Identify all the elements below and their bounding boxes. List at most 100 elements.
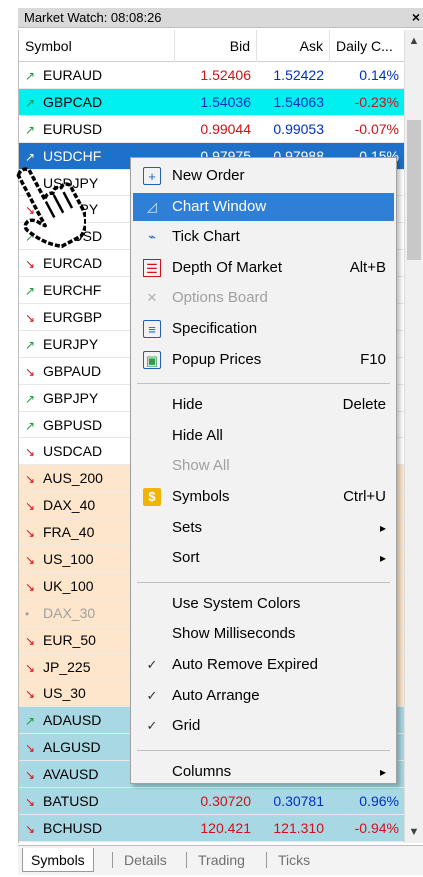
symbol-cell: ↘ GBPAUD bbox=[25, 358, 101, 384]
column-header-daily-change[interactable]: Daily C... bbox=[330, 30, 404, 62]
symbol-cell: ↘ FRA_40 bbox=[25, 519, 94, 545]
symbol-cell: ↘ ALGUSD bbox=[25, 734, 101, 760]
menu-item-auto-arrange[interactable]: ✓ Auto Arrange bbox=[133, 682, 394, 710]
menu-item-sort[interactable]: Sort ▸ bbox=[133, 544, 394, 572]
specification-icon: ≡ bbox=[143, 320, 161, 338]
symbol-name: DAX_40 bbox=[43, 497, 96, 514]
symbol-cell: ↘ US_100 bbox=[25, 546, 94, 572]
submenu-arrow-icon: ▸ bbox=[379, 520, 386, 535]
tab-trading[interactable]: Trading bbox=[190, 848, 253, 872]
menu-item-use-system-colors[interactable]: Use System Colors bbox=[133, 590, 394, 618]
arrow-down-icon: ↘ bbox=[25, 445, 36, 460]
daily-change-cell: -0.94% bbox=[354, 819, 399, 836]
menu-item-label: Hide bbox=[172, 396, 203, 414]
close-icon[interactable]: × bbox=[409, 9, 423, 25]
symbol-name: US_30 bbox=[43, 685, 86, 702]
dollar-icon: $ bbox=[143, 488, 161, 506]
table-row[interactable]: ↗ GBPCAD 1.54036 1.54063 -0.23% bbox=[19, 88, 404, 116]
table-row[interactable]: ↗ EURAUD 1.52406 1.52422 0.14% bbox=[19, 62, 404, 89]
symbol-name: BATUSD bbox=[43, 793, 99, 810]
arrow-up-icon: ↗ bbox=[25, 714, 36, 729]
arrow-down-icon: ↘ bbox=[25, 821, 36, 836]
menu-item-columns[interactable]: Columns ▸ bbox=[133, 758, 394, 786]
ask-cell: 0.30781 bbox=[273, 793, 324, 810]
popup-prices-icon: ▣ bbox=[143, 350, 161, 369]
menu-item-hide[interactable]: Hide Delete bbox=[133, 391, 394, 419]
symbol-cell: ↗ ADAUSD bbox=[25, 707, 101, 733]
depth-of-market-icon: ☰ bbox=[143, 258, 161, 277]
menu-item-label: Auto Remove Expired bbox=[172, 656, 318, 673]
symbol-name: USDCAD bbox=[43, 443, 103, 460]
menu-item-hide-all[interactable]: Hide All bbox=[133, 422, 394, 450]
table-row[interactable]: ↘ BCHUSD 120.421 121.310 -0.94% bbox=[19, 814, 404, 842]
menu-item-label: Tick Chart bbox=[172, 228, 240, 246]
symbol-cell: ↘ EURGBP bbox=[25, 304, 102, 330]
symbol-cell: ↘ DAX_40 bbox=[25, 492, 95, 518]
symbol-name: AVAUSD bbox=[43, 766, 99, 783]
column-header-ask[interactable]: Ask bbox=[257, 30, 330, 62]
menu-item-grid[interactable]: ✓ Grid bbox=[133, 712, 394, 740]
menu-item-label: New Order bbox=[172, 167, 245, 184]
menu-item-label: Columns bbox=[172, 762, 232, 780]
symbol-cell: ↘ EUR_50 bbox=[25, 627, 96, 653]
symbol-name: GBPUSD bbox=[43, 416, 103, 433]
arrow-down-icon: ↘ bbox=[25, 687, 36, 702]
symbol-name: GBPAUD bbox=[43, 362, 102, 379]
tab-ticks[interactable]: Ticks bbox=[270, 848, 318, 872]
menu-item-shortcut: F10 bbox=[360, 350, 386, 368]
arrow-down-icon: ↘ bbox=[25, 311, 36, 326]
scroll-down-icon[interactable]: ▼ bbox=[405, 823, 423, 841]
arrow-down-icon: ↘ bbox=[25, 741, 36, 756]
symbol-name: GBPCAD bbox=[43, 93, 103, 110]
symbol-name: BCHUSD bbox=[43, 819, 103, 836]
menu-item-show-milliseconds[interactable]: Show Milliseconds bbox=[133, 620, 394, 648]
symbol-name: EUR_50 bbox=[43, 631, 96, 648]
menu-separator bbox=[137, 749, 390, 751]
menu-item-popup-prices[interactable]: ▣ Popup Prices F10 bbox=[133, 346, 394, 374]
arrow-down-icon: ↘ bbox=[25, 579, 36, 594]
menu-item-auto-remove-expired[interactable]: ✓ Auto Remove Expired bbox=[133, 651, 394, 679]
context-menu: + New Order ◿ Chart Window ⌁ Tick Chart ☰ Depth… bbox=[130, 157, 397, 784]
tab-details[interactable]: Details bbox=[116, 848, 175, 872]
symbol-cell: ↘ USDCAD bbox=[25, 438, 102, 464]
scroll-thumb[interactable] bbox=[407, 120, 421, 260]
bid-cell: 0.30720 bbox=[200, 793, 251, 810]
menu-item-depth-of-market[interactable]: ☰ Depth Of Market Alt+B bbox=[133, 254, 394, 282]
symbol-name: ALGUSD bbox=[43, 739, 101, 756]
arrow-up-icon: ↗ bbox=[25, 69, 36, 83]
table-row[interactable]: ↘ BATUSD 0.30720 0.30781 0.96% bbox=[19, 788, 404, 815]
menu-item-new-order[interactable]: + New Order bbox=[133, 162, 394, 190]
scroll-up-icon[interactable]: ▲ bbox=[405, 32, 423, 50]
tab-symbols[interactable]: Symbols bbox=[22, 848, 94, 872]
symbol-cell: ↗ GBPUSD bbox=[25, 412, 102, 438]
menu-item-chart-window[interactable]: ◿ Chart Window bbox=[133, 192, 394, 221]
arrow-up-icon: ↗ bbox=[25, 337, 36, 352]
arrow-up-icon: ↗ bbox=[25, 391, 36, 406]
symbol-cell: ↘ US_30 bbox=[25, 680, 86, 706]
menu-item-label: Auto Arrange bbox=[172, 686, 260, 704]
arrow-up-icon: ↗ bbox=[25, 95, 36, 110]
arrow-up-icon: ↗ bbox=[25, 284, 36, 299]
menu-item-label: Show Milliseconds bbox=[172, 625, 296, 643]
menu-item-specification[interactable]: ≡ Specification bbox=[133, 315, 394, 343]
bid-cell: 0.99044 bbox=[200, 120, 251, 137]
menu-item-symbols[interactable]: $ Symbols Ctrl+U bbox=[133, 483, 394, 511]
table-row[interactable]: ↗ EURUSD 0.99044 0.99053 -0.07% bbox=[19, 115, 404, 143]
column-header-symbol[interactable]: Symbol bbox=[19, 30, 175, 62]
tab-separator bbox=[186, 852, 187, 868]
menu-item-label: Chart Window bbox=[172, 197, 267, 215]
window-title: Market Watch: 08:08:26 bbox=[24, 10, 162, 25]
menu-item-tick-chart[interactable]: ⌁ Tick Chart bbox=[133, 223, 394, 251]
arrow-down-icon: ↘ bbox=[25, 768, 36, 783]
menu-item-sets[interactable]: Sets ▸ bbox=[133, 514, 394, 542]
column-header-bid[interactable]: Bid bbox=[175, 30, 257, 62]
plus-box-icon: + bbox=[143, 167, 161, 185]
daily-change-cell: 0.14% bbox=[359, 67, 399, 83]
vertical-scrollbar[interactable]: ▲ ▼ bbox=[404, 30, 423, 843]
arrow-down-icon: ↘ bbox=[25, 526, 36, 541]
arrow-up-icon: ↗ bbox=[25, 418, 36, 433]
symbol-name: EURCHF bbox=[43, 282, 102, 299]
menu-item-shortcut: Ctrl+U bbox=[343, 488, 386, 505]
menu-item-label: Hide All bbox=[172, 426, 223, 444]
symbol-cell: ↘ BCHUSD bbox=[25, 815, 102, 841]
